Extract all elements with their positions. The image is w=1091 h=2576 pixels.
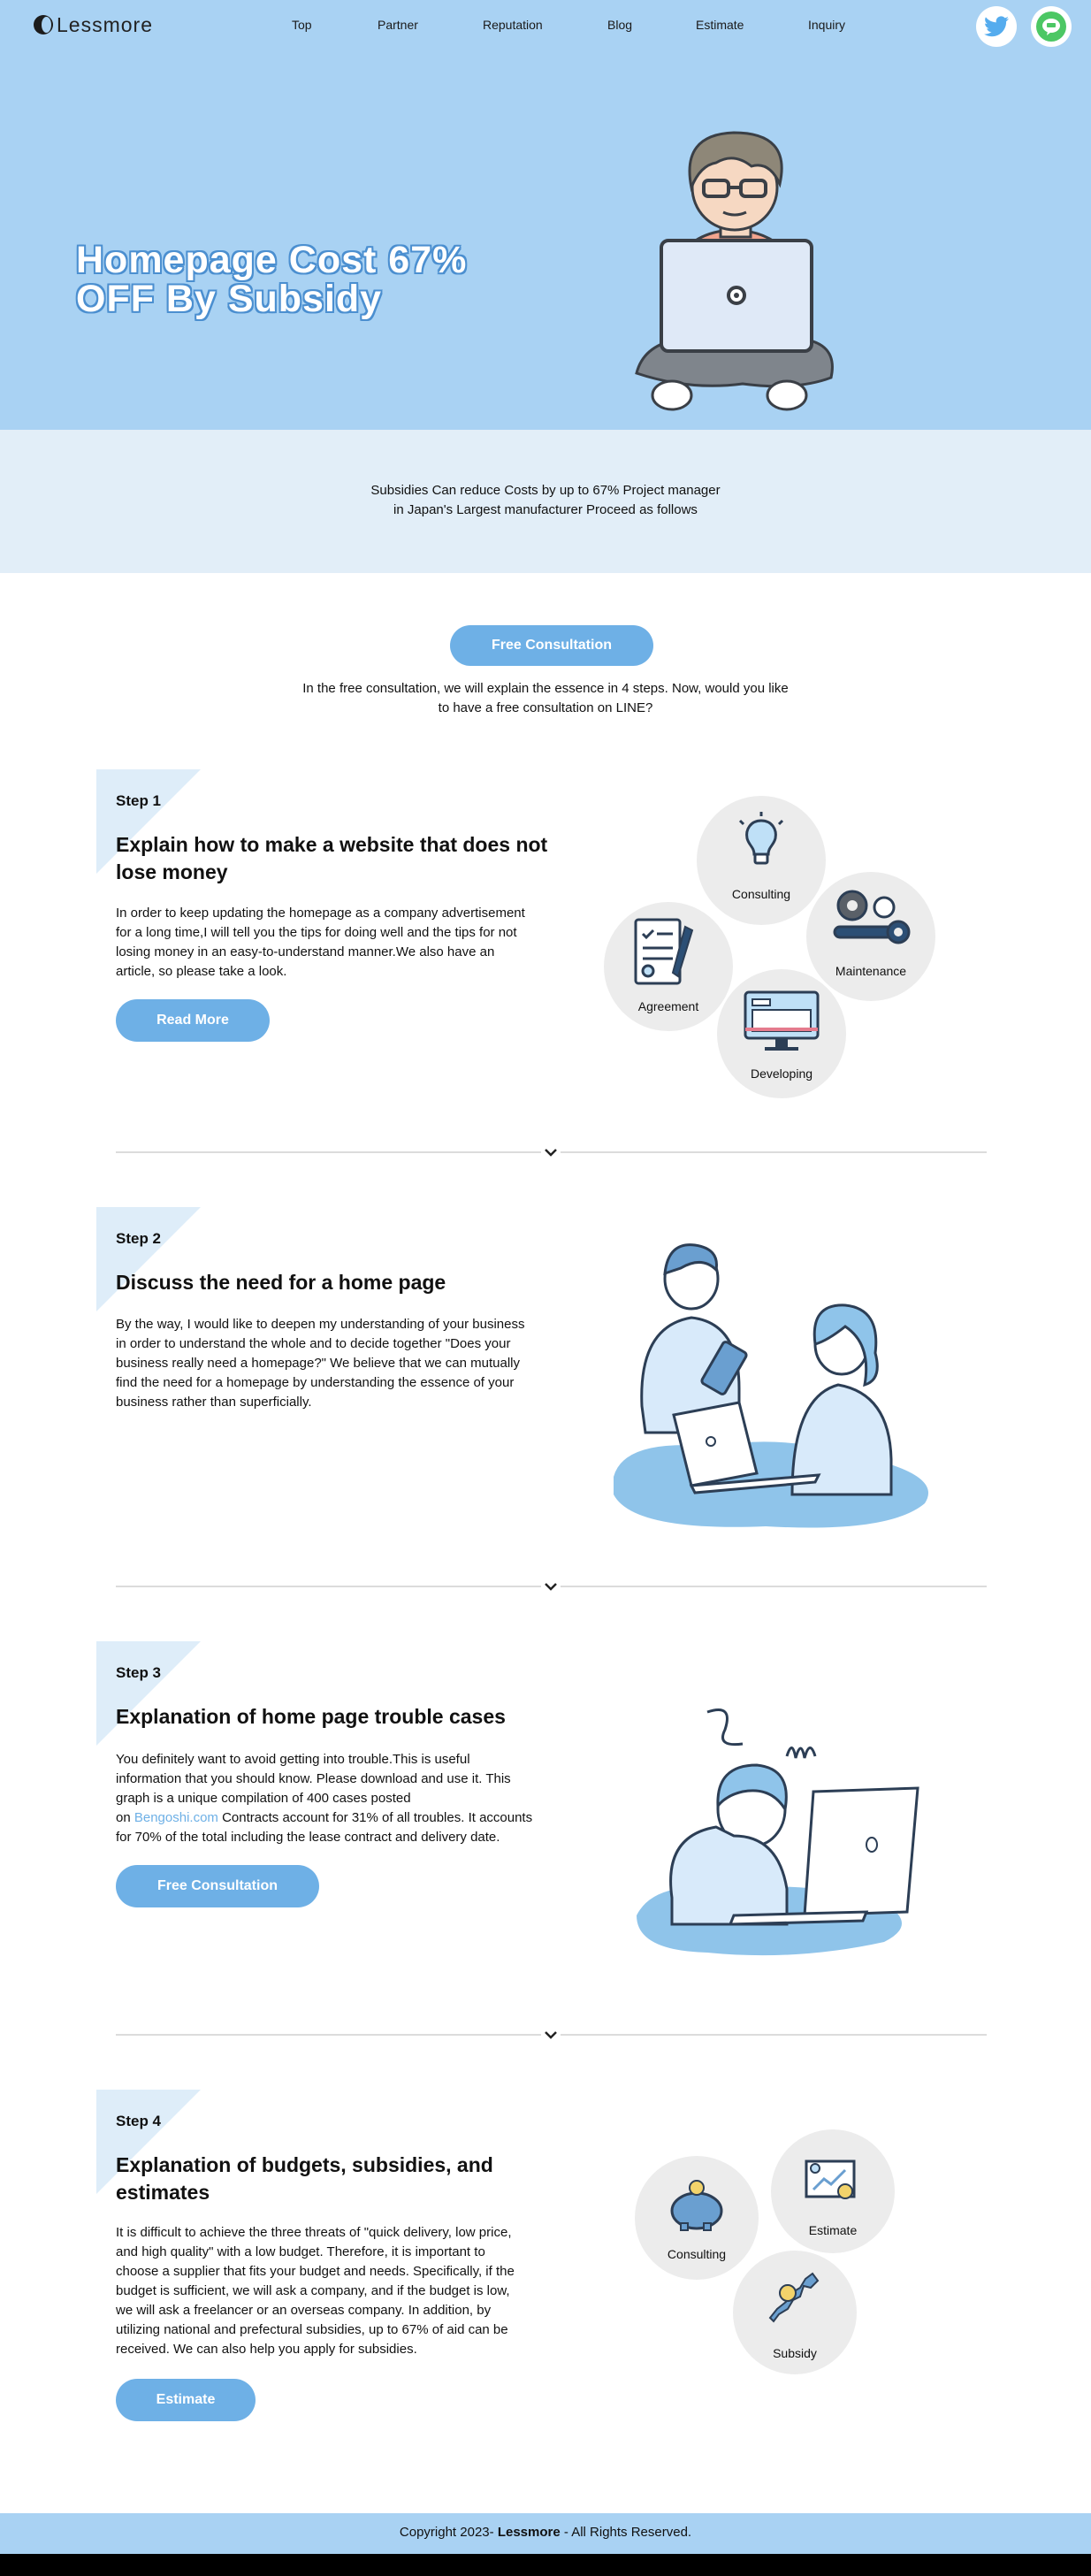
step4-p4: budget is sufficient, we will ask a comp… <box>116 2283 510 2298</box>
agreement-label: Agreement <box>637 999 699 1013</box>
subsidy-circle: Subsidy <box>733 2251 857 2374</box>
copyright-brand: Lessmore <box>497 2525 561 2540</box>
step3-p1: You definitely want to avoid getting int… <box>116 1752 470 1767</box>
main-nav: Top Partner Reputation Blog Estimate Inq… <box>265 18 884 37</box>
step1-title-l1: Explain how to make a website that does … <box>116 833 548 856</box>
step2-p5: business rather than superficially. <box>116 1395 312 1410</box>
step2-label: Step 2 <box>116 1230 162 1247</box>
nav-estimate[interactable]: Estimate <box>696 18 744 32</box>
step3-p5: for 70% of the total including the lease… <box>116 1830 500 1845</box>
bottom-bar <box>0 2554 1091 2576</box>
step3-label: Step 3 <box>116 1664 162 1681</box>
meeting-illustration <box>614 1243 928 1528</box>
agreement-circle: Agreement <box>604 902 733 1031</box>
step1-label: Step 1 <box>116 792 162 809</box>
step1-p2: for a long time,I will tell you the tips… <box>116 925 517 940</box>
nav-top[interactable]: Top <box>292 18 312 32</box>
twitter-icon <box>984 16 1009 37</box>
copyright-text: Copyright 2023- Lessmore - All Rights Re… <box>0 2525 1091 2540</box>
copyright-pre: Copyright 2023- <box>399 2525 498 2540</box>
step3-p3: graph is a unique compilation of 400 cas… <box>116 1791 411 1806</box>
line-button[interactable] <box>1031 6 1072 47</box>
maintenance-label: Maintenance <box>835 964 907 978</box>
step4-p7: received. We can also help you apply for… <box>116 2342 417 2357</box>
logo-text: Lessmore <box>57 12 153 36</box>
step1-p3: losing money in an easy-to-understand ma… <box>116 944 495 959</box>
estimate-button[interactable]: Estimate <box>116 2379 256 2421</box>
step2-title: Discuss the need for a home page <box>116 1271 446 1294</box>
estimate-board-icon <box>805 2159 856 2199</box>
nav-partner[interactable]: Partner <box>378 18 418 32</box>
piggy-bank-icon <box>670 2180 723 2231</box>
hero-title: Homepage Cost 67% OFF By Subsidy <box>76 241 571 318</box>
document-icon <box>634 918 694 985</box>
step2-body: By the way, I would like to deepen my un… <box>116 1315 576 1412</box>
intro-band-text: Subsidies Can reduce Costs by up to 67% … <box>265 481 826 520</box>
hero-illustration <box>635 131 834 411</box>
step1-body: In order to keep updating the homepage a… <box>116 904 576 982</box>
step4-body: It is difficult to achieve the three thr… <box>116 2223 576 2359</box>
chevron-down-icon <box>541 2025 561 2045</box>
step3-p4-pre: on <box>116 1810 134 1825</box>
band-line2: in Japan's Largest manufacturer Proceed … <box>393 502 698 517</box>
step1-p1: In order to keep updating the homepage a… <box>116 906 525 921</box>
step1-p4: article, so please take a look. <box>116 964 287 979</box>
hero-title-line2: OFF By Subsidy <box>76 278 383 320</box>
free-consultation-button-2[interactable]: Free Consultation <box>116 1865 319 1907</box>
band-line1: Subsidies Can reduce Costs by up to 67% … <box>370 483 721 498</box>
nav-blog[interactable]: Blog <box>607 18 632 32</box>
step4-title-l2: estimates <box>116 2181 210 2204</box>
step1-title: Explain how to make a website that does … <box>116 831 576 886</box>
logo-mark-icon <box>34 15 53 34</box>
step4-p3: choose a supplier that fits your budget … <box>116 2264 515 2279</box>
step3-p2: information that you should know. Please… <box>116 1771 511 1786</box>
step3-title: Explanation of home page trouble cases <box>116 1705 506 1728</box>
trouble-illustration <box>637 1708 919 1956</box>
maintenance-circle: Maintenance <box>806 872 935 1001</box>
logo[interactable]: Lessmore <box>34 11 153 38</box>
japan-map-icon <box>768 2272 820 2323</box>
step3-body: You definitely want to avoid getting int… <box>116 1750 576 1847</box>
wrench-gear-icon <box>833 890 911 944</box>
developing-circle: Developing <box>717 969 846 1098</box>
cta-text: In the free consultation, we will explai… <box>292 679 799 718</box>
consulting-label: Consulting <box>731 887 791 901</box>
read-more-button[interactable]: Read More <box>116 999 270 1042</box>
step2-p3: business really need a homepage?" We bel… <box>116 1356 520 1371</box>
step2-p1: By the way, I would like to deepen my un… <box>116 1317 525 1332</box>
hero-title-line1: Homepage Cost 67% <box>76 239 468 281</box>
cta-line1: In the free consultation, we will explai… <box>302 681 789 696</box>
nav-reputation[interactable]: Reputation <box>483 18 543 32</box>
consulting-circle-2: Consulting <box>635 2156 759 2280</box>
nav-inquiry[interactable]: Inquiry <box>808 18 845 32</box>
estimate-label: Estimate <box>808 2223 858 2237</box>
step4-p2: and high quality" with a low budget. The… <box>116 2244 485 2259</box>
step4-p6: utilizing national and prefectural subsi… <box>116 2322 508 2337</box>
line-icon <box>1036 11 1066 42</box>
step2-p4: find the need for a homepage by understa… <box>116 1375 515 1390</box>
lightbulb-icon <box>738 812 784 865</box>
step4-p1: It is difficult to achieve the three thr… <box>116 2225 512 2240</box>
step1-title-l2: lose money <box>116 860 228 883</box>
step4-label: Step 4 <box>116 2113 162 2129</box>
subsidy-label: Subsidy <box>773 2346 817 2360</box>
step3-p4-post: Contracts account for 31% of all trouble… <box>217 1810 533 1825</box>
consulting-label-2: Consulting <box>667 2247 727 2261</box>
twitter-button[interactable] <box>976 6 1017 47</box>
consulting-circle: Consulting <box>697 796 826 925</box>
monitor-icon <box>744 990 820 1051</box>
step2-p2: in order to understand the whole and to … <box>116 1336 511 1351</box>
chevron-down-icon <box>541 1143 561 1162</box>
step4-title: Explanation of budgets, subsidies, and e… <box>116 2152 576 2206</box>
step4-title-l1: Explanation of budgets, subsidies, and <box>116 2153 493 2176</box>
step3-p4: on Bengoshi.com Contracts account for 31… <box>116 1808 576 1828</box>
free-consultation-button[interactable]: Free Consultation <box>450 625 653 666</box>
estimate-circle: Estimate <box>771 2129 895 2253</box>
copyright-post: - All Rights Reserved. <box>560 2525 692 2540</box>
cta-line2: to have a free consultation on LINE? <box>438 700 653 715</box>
chevron-down-icon <box>541 1577 561 1596</box>
developing-label: Developing <box>750 1066 813 1081</box>
bengoshi-link[interactable]: Bengoshi.com <box>134 1810 218 1825</box>
step4-p5: we will ask a freelancer or an overseas … <box>116 2303 492 2318</box>
